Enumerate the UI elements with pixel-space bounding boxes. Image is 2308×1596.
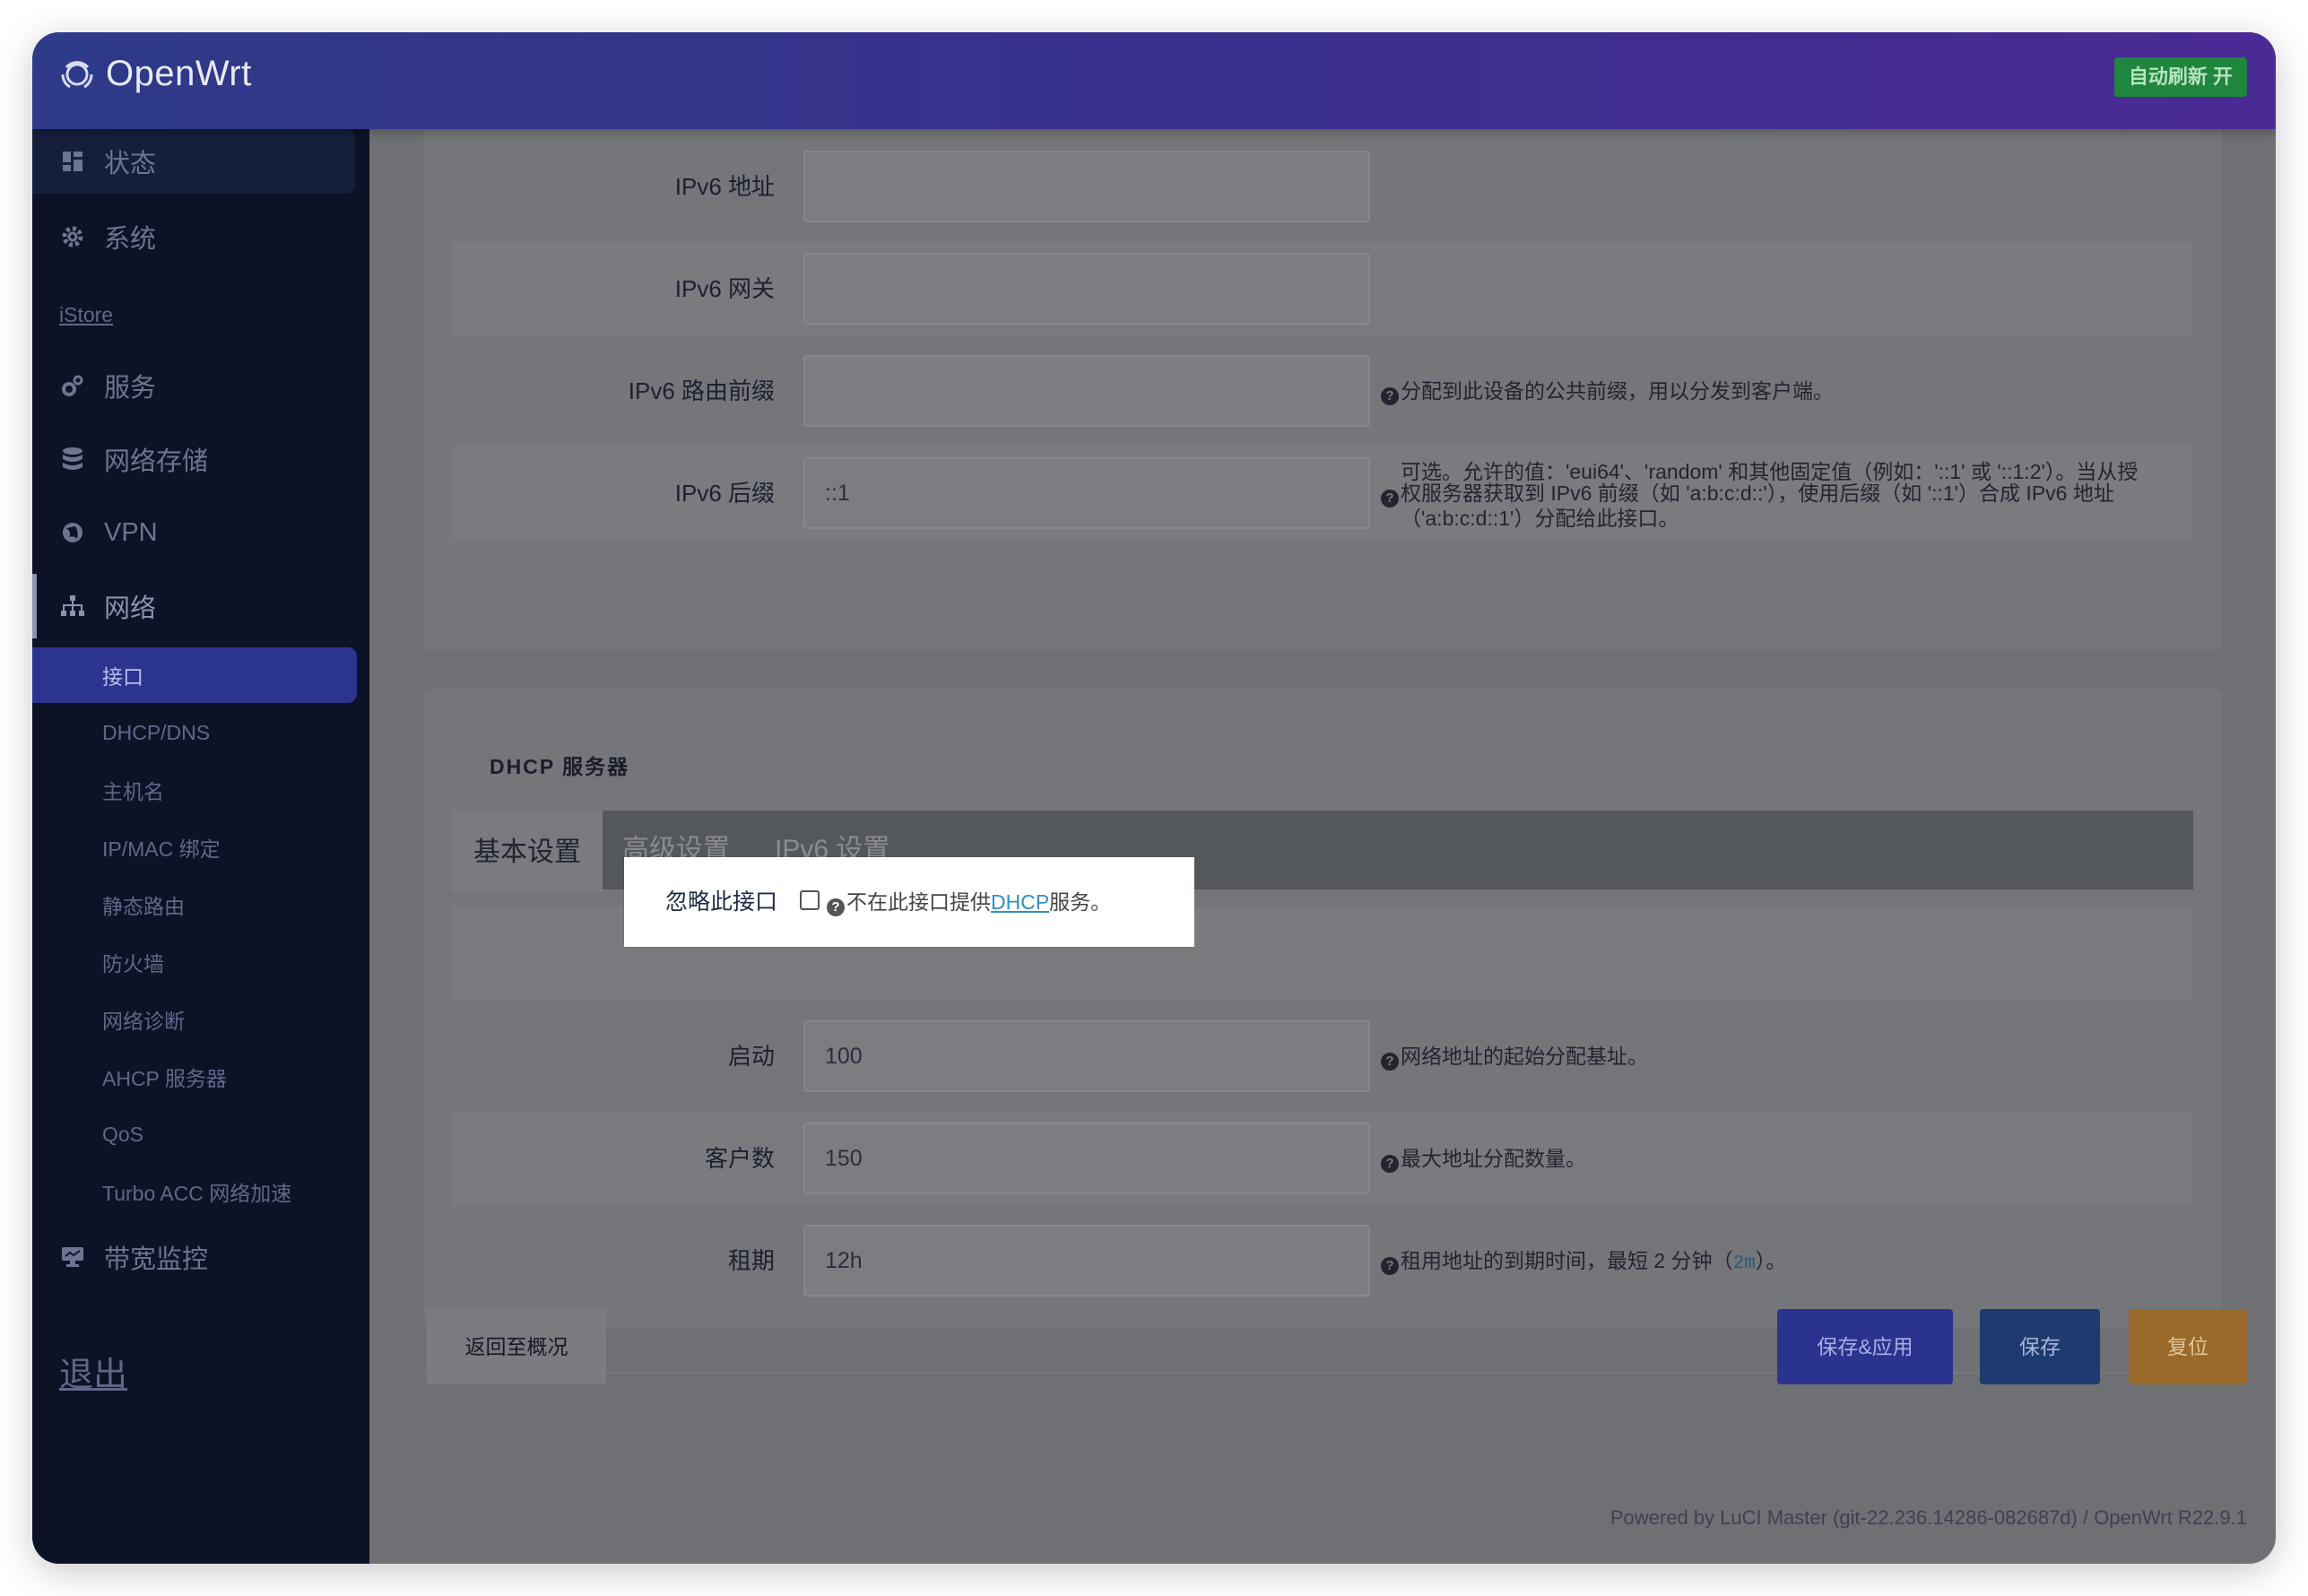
tab-basic-settings[interactable]: 基本设置 [452,811,603,892]
dhcp-lease-input[interactable]: 12h [803,1225,1370,1297]
help-icon: ? [1381,1257,1399,1275]
dhcp-lease-row: 租期 12h ? 租用地址的到期时间，最短 2 分钟（2m）。 [452,1214,2193,1307]
ignore-interface-highlight: 忽略此接口 ? 不在此接口提供DHCP服务。 [624,857,1194,947]
help-text: 分配到此设备的公共前缀，用以分发到客户端。 [1401,379,1834,403]
sidebar-subitem-firewall[interactable]: 防火墙 [32,934,357,990]
logout-link[interactable]: 退出 [59,1347,127,1396]
sidebar-item-label: VPN [104,517,158,547]
dhcp-section-title: DHCP 服务器 [490,755,630,778]
sidebar-item-label: 系统 [104,225,157,254]
dhcp-server-panel: DHCP 服务器 基本设置 高级设置 IPv6 设置 启动 100 ? 网络地址的… [423,689,2222,1329]
help-text: ）。 [1755,1249,1787,1272]
help-code: 2m [1732,1253,1756,1274]
sidebar-item-status[interactable]: 状态 [32,129,355,194]
top-header: OpenWrt 自动刷新 开 [32,32,2276,129]
help-line-2: 权服务器获取到 IPv6 前缀（如 'a:b:c:d::'），使用后缀（如 ':… [1401,481,2114,505]
monitor-icon [59,1244,86,1271]
ignore-interface-help: ? 不在此接口提供DHCP服务。 [827,857,1111,947]
save-apply-button[interactable]: 保存&应用 [1777,1309,1953,1384]
sidebar-subitem-ahcp[interactable]: AHCP 服务器 [32,1049,357,1105]
ipv6-suffix-label: IPv6 后缀 [674,480,775,507]
browser-window: OpenWrt 自动刷新 开 状态 系统 iStore 服务 网络存储 VPN … [32,32,2276,1564]
globe-icon [59,519,86,546]
dhcp-start-label: 启动 [727,1043,775,1070]
ipv6-gateway-label: IPv6 网关 [674,275,775,302]
help-text: 服务。 [1049,890,1112,914]
sidebar-subitem-interfaces[interactable]: 接口 [32,647,357,703]
brand[interactable]: OpenWrt [59,54,252,94]
sidebar-subitem-hostnames[interactable]: 主机名 [32,762,357,818]
ipv6-suffix-row: IPv6 后缀 ::1 可选。允许的值：'eui64'、'random' 和其他… [452,447,2193,540]
sidebar-item-vpn[interactable]: VPN [32,500,355,565]
sidebar: 状态 系统 iStore 服务 网络存储 VPN 网络 接口 DHCP/DNS … [32,129,369,1564]
ipv6-prefix-input[interactable] [803,355,1370,427]
dhcp-lease-help: ? 租用地址的到期时间，最短 2 分钟（2m）。 [1381,1250,1786,1275]
dhcp-start-row: 启动 100 ? 网络地址的起始分配基址。 [452,1010,2193,1103]
sidebar-subitem-static-routes[interactable]: 静态路由 [32,877,357,932]
gear-icon [59,223,86,250]
help-icon: ? [1381,1053,1399,1071]
help-icon: ? [1381,490,1399,507]
help-icon: ? [1381,1155,1399,1173]
sidebar-subitem-ip-mac-binding[interactable]: IP/MAC 绑定 [32,820,357,875]
ipv6-gateway-row: IPv6 网关 [452,242,2193,335]
cogs-icon [59,372,86,399]
ipv6-settings-panel: IPv6 地址 IPv6 网关 IPv6 路由前缀 ? 分配到此设备的公共前缀，用… [423,102,2222,651]
sidebar-item-label: 网络存储 [104,447,209,476]
dhcp-start-help: ? 网络地址的起始分配基址。 [1381,1045,1648,1071]
help-text: 租用地址的到期时间，最短 2 分钟（ [1401,1249,1733,1272]
ignore-interface-label: 忽略此接口 [665,889,778,915]
ipv6-address-input[interactable] [803,151,1370,222]
sidebar-item-label: 服务 [104,374,157,403]
ipv6-gateway-input[interactable] [803,253,1370,325]
sidebar-item-nas[interactable]: 网络存储 [32,427,355,491]
sidebar-item-istore[interactable]: iStore [59,303,113,327]
dhcp-limit-help: ? 最大地址分配数量。 [1381,1148,1586,1173]
ignore-interface-checkbox[interactable] [800,890,820,910]
ipv6-prefix-help: ? 分配到此设备的公共前缀，用以分发到客户端。 [1381,380,1834,405]
dhcp-limit-row: 客户数 150 ? 最大地址分配数量。 [452,1112,2193,1205]
save-button[interactable]: 保存 [1980,1309,2100,1384]
dhcp-limit-label: 客户数 [704,1145,775,1172]
help-icon: ? [827,898,845,916]
auto-refresh-toggle[interactable]: 自动刷新 开 [2113,57,2247,97]
help-line-3: （'a:b:c:d::1'）分配给此接口。 [1401,507,1679,530]
ipv6-suffix-help: 可选。允许的值：'eui64'、'random' 和其他固定值（例如：'::1'… [1381,461,2138,529]
openwrt-logo-icon [61,60,93,88]
sidebar-item-bandwidth-monitor[interactable]: 带宽监控 [32,1225,355,1289]
ipv6-prefix-label: IPv6 路由前缀 [628,377,775,404]
sidebar-item-label: 带宽监控 [104,1245,209,1274]
ipv6-suffix-input[interactable]: ::1 [803,457,1370,529]
reset-button[interactable]: 复位 [2129,1309,2247,1384]
ipv6-address-row: IPv6 地址 [452,140,2193,233]
dhcp-start-input[interactable]: 100 [803,1020,1370,1092]
sidebar-item-label: 网络 [104,594,157,623]
help-text: 不在此接口提供 [846,890,991,914]
dhcp-limit-input[interactable]: 150 [803,1123,1370,1194]
sidebar-subitem-qos[interactable]: QoS [32,1106,357,1162]
dhcp-lease-label: 租期 [727,1247,775,1274]
ipv6-address-label: IPv6 地址 [674,173,775,200]
help-text: 网络地址的起始分配基址。 [1401,1045,1648,1068]
sidebar-item-system[interactable]: 系统 [32,204,355,269]
powered-by-footer: Powered by LuCI Master (git-22.236.14286… [1610,1506,2247,1529]
sidebar-subitem-turbo-acc[interactable]: Turbo ACC 网络加速 [32,1164,357,1219]
sidebar-item-label: 状态 [104,150,157,178]
dashboard-icon [59,148,86,175]
sidebar-subitem-diagnostics[interactable]: 网络诊断 [32,992,357,1047]
sidebar-item-network[interactable]: 网络 [32,574,355,638]
dhcp-link[interactable]: DHCP [991,890,1049,914]
database-icon [59,446,86,473]
sidebar-item-services[interactable]: 服务 [32,353,355,418]
brand-name: OpenWrt [106,54,252,93]
back-to-overview-button[interactable]: 返回至概况 [427,1309,606,1384]
sidebar-subitem-dhcp-dns[interactable]: DHCP/DNS [32,705,357,760]
ipv6-prefix-row: IPv6 路由前缀 ? 分配到此设备的公共前缀，用以分发到客户端。 [452,344,2193,438]
help-text: 最大地址分配数量。 [1401,1147,1586,1170]
help-line-1: 可选。允许的值：'eui64'、'random' 和其他固定值（例如：'::1'… [1401,460,2139,483]
help-icon: ? [1381,387,1399,405]
sitemap-icon [59,593,86,620]
